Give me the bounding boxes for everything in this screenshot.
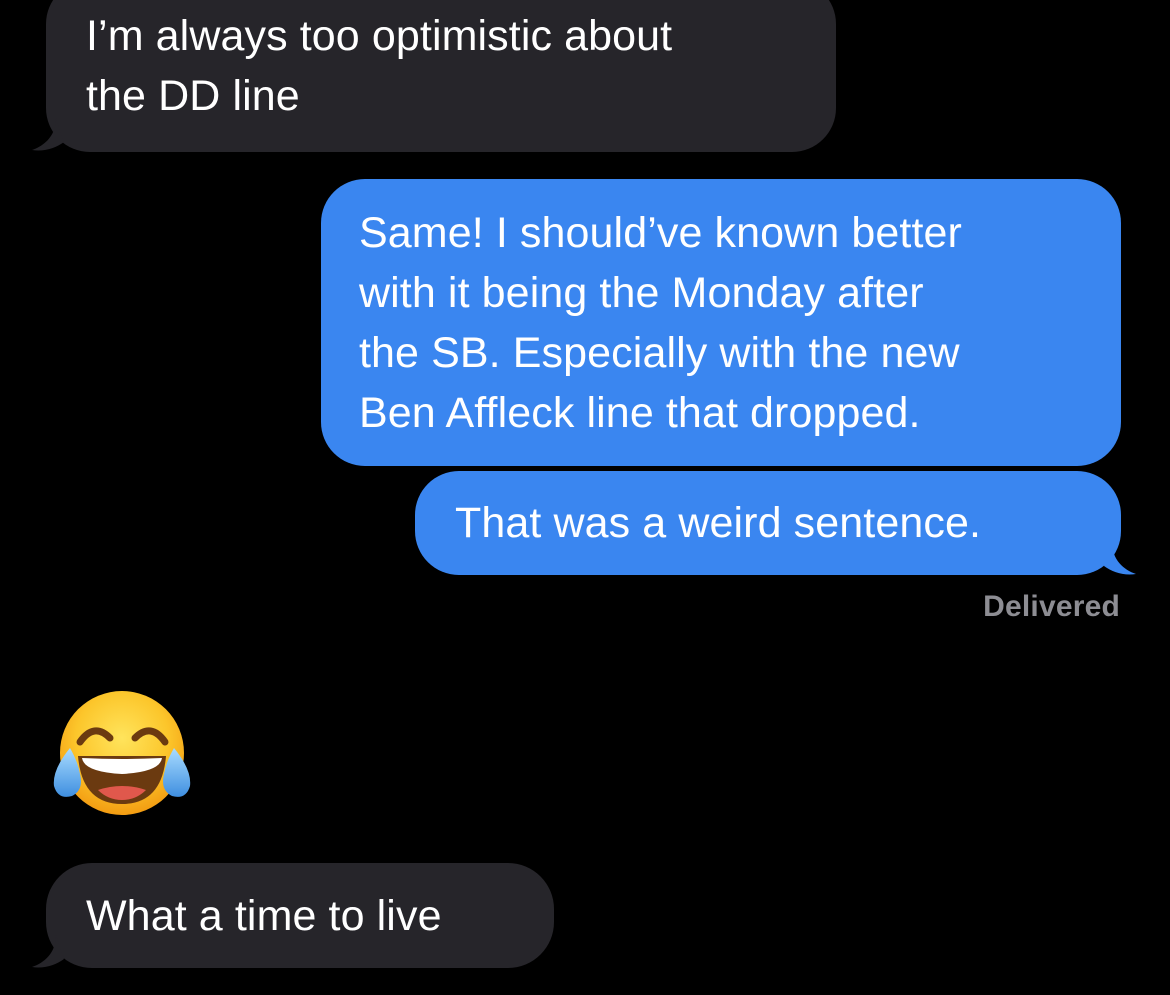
message-text-line: I’m always too optimistic about bbox=[86, 12, 673, 60]
message-text-line: with it being the Monday after bbox=[359, 269, 924, 317]
message-text-line: Ben Affleck line that dropped. bbox=[359, 389, 921, 437]
incoming-message-bubble[interactable]: What a time to live bbox=[46, 863, 554, 968]
outgoing-message-bubble[interactable]: Same! I should’ve known better with it b… bbox=[321, 179, 1121, 466]
incoming-bubble-tail bbox=[32, 935, 64, 968]
message-text-line: the DD line bbox=[86, 72, 300, 120]
incoming-bubble-tail bbox=[32, 118, 64, 151]
message-text-line: Same! I should’ve known better bbox=[359, 209, 962, 257]
face-with-tears-of-joy-icon[interactable] bbox=[50, 686, 195, 821]
message-text-line: That was a weird sentence. bbox=[455, 499, 982, 547]
message-text-line: the SB. Especially with the new bbox=[359, 329, 960, 377]
message-text-line: What a time to live bbox=[86, 892, 442, 940]
incoming-message-bubble[interactable]: I’m always too optimistic about the DD l… bbox=[46, 0, 836, 152]
delivered-status: Delivered bbox=[983, 590, 1120, 623]
outgoing-bubble-tail bbox=[1104, 542, 1136, 575]
outgoing-message-bubble[interactable]: That was a weird sentence. bbox=[415, 471, 1121, 575]
